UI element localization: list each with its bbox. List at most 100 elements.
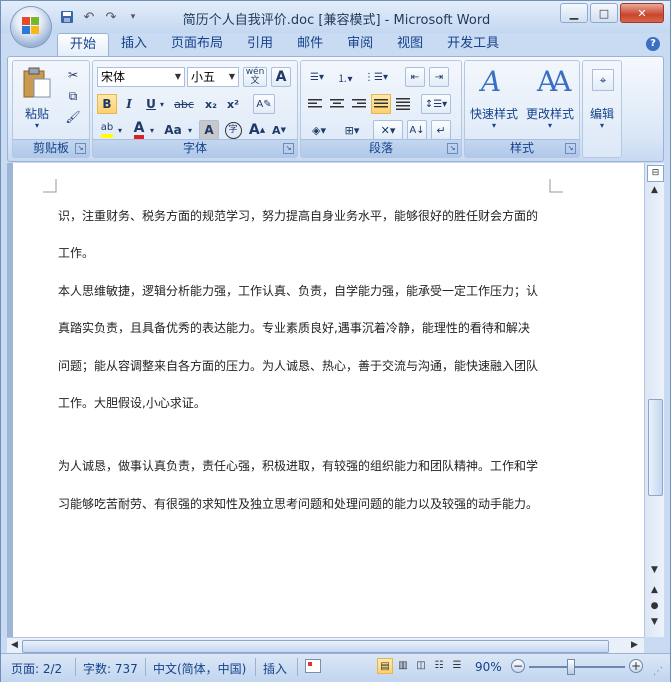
change-case-button[interactable]: Aa	[161, 120, 185, 140]
web-layout-icon[interactable]: ◫	[413, 658, 429, 674]
tab-developer[interactable]: 开发工具	[435, 33, 511, 55]
shrink-font-button[interactable]: A ▼	[269, 120, 289, 140]
styles-launcher-icon[interactable]: ↘	[565, 143, 576, 154]
subscript-button[interactable]: x₂	[201, 94, 221, 114]
document-page[interactable]: 识，注重财务、税务方面的规范学习，努力提高自身业务水平，能够很好的胜任财会方面的…	[13, 163, 644, 637]
ribbon: 粘贴 ▾ ✂ ⧉ 🖌 剪贴板 ↘ 宋体 ▼ 小五 ▼ wén 文 A B I U	[7, 56, 664, 162]
font-group: 宋体 ▼ 小五 ▼ wén 文 A B I U ▾ abc x₂ x² A✎ a…	[92, 60, 298, 158]
distributed-icon[interactable]	[393, 94, 413, 114]
font-size-value: 小五	[191, 70, 216, 84]
print-layout-view-icon[interactable]: ▤	[377, 658, 393, 674]
justify-icon[interactable]	[371, 94, 391, 114]
tab-page-layout[interactable]: 页面布局	[159, 33, 235, 55]
superscript-button[interactable]: x²	[223, 94, 243, 114]
editing-label: 编辑	[589, 107, 614, 121]
help-icon[interactable]: ?	[646, 37, 660, 51]
change-styles-button[interactable]: AA 更改样式 ▾	[523, 63, 577, 137]
zoom-slider-track[interactable]	[529, 666, 625, 668]
language-indicator[interactable]: 中文(简体，中国)	[153, 660, 246, 677]
clipboard-launcher-icon[interactable]: ↘	[75, 143, 86, 154]
copy-icon[interactable]: ⧉	[63, 86, 83, 106]
subscript-label: x₂	[205, 97, 217, 111]
format-painter-icon[interactable]: 🖌	[63, 107, 83, 127]
font-size-combo[interactable]: 小五 ▼	[187, 67, 239, 87]
italic-button[interactable]: I	[119, 94, 139, 114]
doc-line: 工作。大胆假设,小心求证。	[58, 395, 206, 410]
maximize-icon[interactable]: □	[590, 3, 618, 23]
char-shading-icon[interactable]: A	[199, 120, 219, 140]
align-center-icon[interactable]	[327, 94, 347, 114]
previous-page-icon[interactable]: ▲	[647, 583, 662, 598]
word-count[interactable]: 字数: 737	[83, 660, 138, 677]
line-spacing-icon[interactable]: ↕☰▾	[421, 94, 451, 114]
underline-dropdown-icon[interactable]: ▾	[157, 94, 167, 114]
ruler-toggle-icon[interactable]: ⊟	[647, 165, 664, 182]
doc-line: 本人思维敏捷，逻辑分析能力强，工作认真、负责，自学能力强，能承受一定工作压力；认	[58, 283, 539, 298]
scroll-down-icon[interactable]: ▼	[647, 563, 662, 578]
scroll-up-icon[interactable]: ▲	[647, 183, 662, 198]
quick-styles-button[interactable]: A 快速样式 ▾	[467, 63, 521, 137]
zoom-out-icon[interactable]: −	[511, 659, 525, 673]
font-launcher-icon[interactable]: ↘	[283, 143, 294, 154]
chinese-layout-icon[interactable]: ✕▾	[373, 120, 403, 140]
highlight-icon[interactable]: ab	[97, 120, 117, 140]
macro-record-icon[interactable]	[305, 659, 321, 673]
outline-view-icon[interactable]: ☷	[431, 658, 447, 674]
decrease-indent-icon[interactable]: ⇤	[405, 67, 425, 87]
tab-insert[interactable]: 插入	[109, 33, 159, 55]
zoom-level[interactable]: 90%	[475, 660, 502, 674]
page-count[interactable]: 页面: 2/2	[11, 660, 62, 677]
clear-format-icon[interactable]: A✎	[253, 94, 275, 114]
paste-button[interactable]: 粘贴 ▾	[19, 65, 55, 135]
phonetic-guide-button[interactable]: wén 文	[243, 67, 267, 87]
font-name-combo[interactable]: 宋体 ▼	[97, 67, 185, 87]
highlight-dropdown-icon[interactable]: ▾	[115, 120, 125, 140]
tab-mailings[interactable]: 邮件	[285, 33, 335, 55]
tab-view[interactable]: 视图	[385, 33, 435, 55]
tab-references[interactable]: 引用	[235, 33, 285, 55]
show-marks-icon[interactable]: ↵	[431, 120, 451, 140]
increase-indent-icon[interactable]: ⇥	[429, 67, 449, 87]
full-screen-reading-icon[interactable]: ▥	[395, 658, 411, 674]
grow-font-button[interactable]: A ▲	[247, 120, 267, 140]
select-browse-object-icon[interactable]: ●	[647, 599, 662, 614]
multilevel-list-icon[interactable]: ⋮☰▾	[361, 67, 391, 87]
zoom-slider-thumb[interactable]	[567, 659, 575, 675]
scroll-right-icon[interactable]: ▶	[627, 638, 642, 653]
enclose-char-button[interactable]: 字	[223, 120, 243, 140]
insert-mode[interactable]: 插入	[263, 660, 287, 677]
tab-home[interactable]: 开始	[57, 33, 110, 57]
grow-font-label: A	[248, 122, 260, 138]
word-window: ↶ ↷ ▾ 简历个人自我评价.doc [兼容模式] - Microsoft Wo…	[0, 0, 671, 682]
office-button[interactable]	[11, 7, 51, 47]
cut-icon[interactable]: ✂	[63, 65, 83, 85]
vertical-scrollbar[interactable]: ⊟ ▲ ▼ ▲ ● ▼	[644, 163, 664, 637]
horizontal-scrollbar[interactable]: ◀ ▶	[7, 637, 644, 653]
bullets-icon[interactable]: ☰▾	[305, 67, 329, 87]
font-color-icon[interactable]: A	[129, 120, 149, 140]
paragraph-launcher-icon[interactable]: ↘	[447, 143, 458, 154]
tab-review[interactable]: 审阅	[335, 33, 385, 55]
draft-view-icon[interactable]: ☰	[449, 658, 465, 674]
close-icon[interactable]: ✕	[620, 3, 664, 23]
editing-button[interactable]: ⌖ 编辑 ▾	[585, 63, 619, 137]
align-left-icon[interactable]	[305, 94, 325, 114]
numbering-icon[interactable]: ⒈▾	[333, 67, 357, 87]
change-case-dropdown-icon[interactable]: ▾	[185, 120, 195, 140]
char-border-button[interactable]: A	[271, 67, 291, 87]
sort-icon[interactable]: A↓	[407, 120, 427, 140]
font-color-dropdown-icon[interactable]: ▾	[147, 120, 157, 140]
bold-button[interactable]: B	[97, 94, 117, 114]
horizontal-scroll-thumb[interactable]	[22, 640, 609, 653]
minimize-icon[interactable]: ▁	[560, 3, 588, 23]
align-right-icon[interactable]	[349, 94, 369, 114]
zoom-in-icon[interactable]: +	[629, 659, 643, 673]
strikethrough-button[interactable]: abc	[171, 94, 197, 114]
shading-icon[interactable]: ◈▾	[305, 120, 333, 140]
scroll-left-icon[interactable]: ◀	[7, 638, 22, 653]
resize-grip-icon[interactable]: ⋰	[653, 666, 663, 677]
phonetic-guide-label: wén 文	[245, 67, 265, 86]
vertical-scroll-thumb[interactable]	[648, 399, 663, 496]
next-page-icon[interactable]: ▼	[647, 615, 662, 630]
borders-icon[interactable]: ⊞▾	[337, 120, 367, 140]
